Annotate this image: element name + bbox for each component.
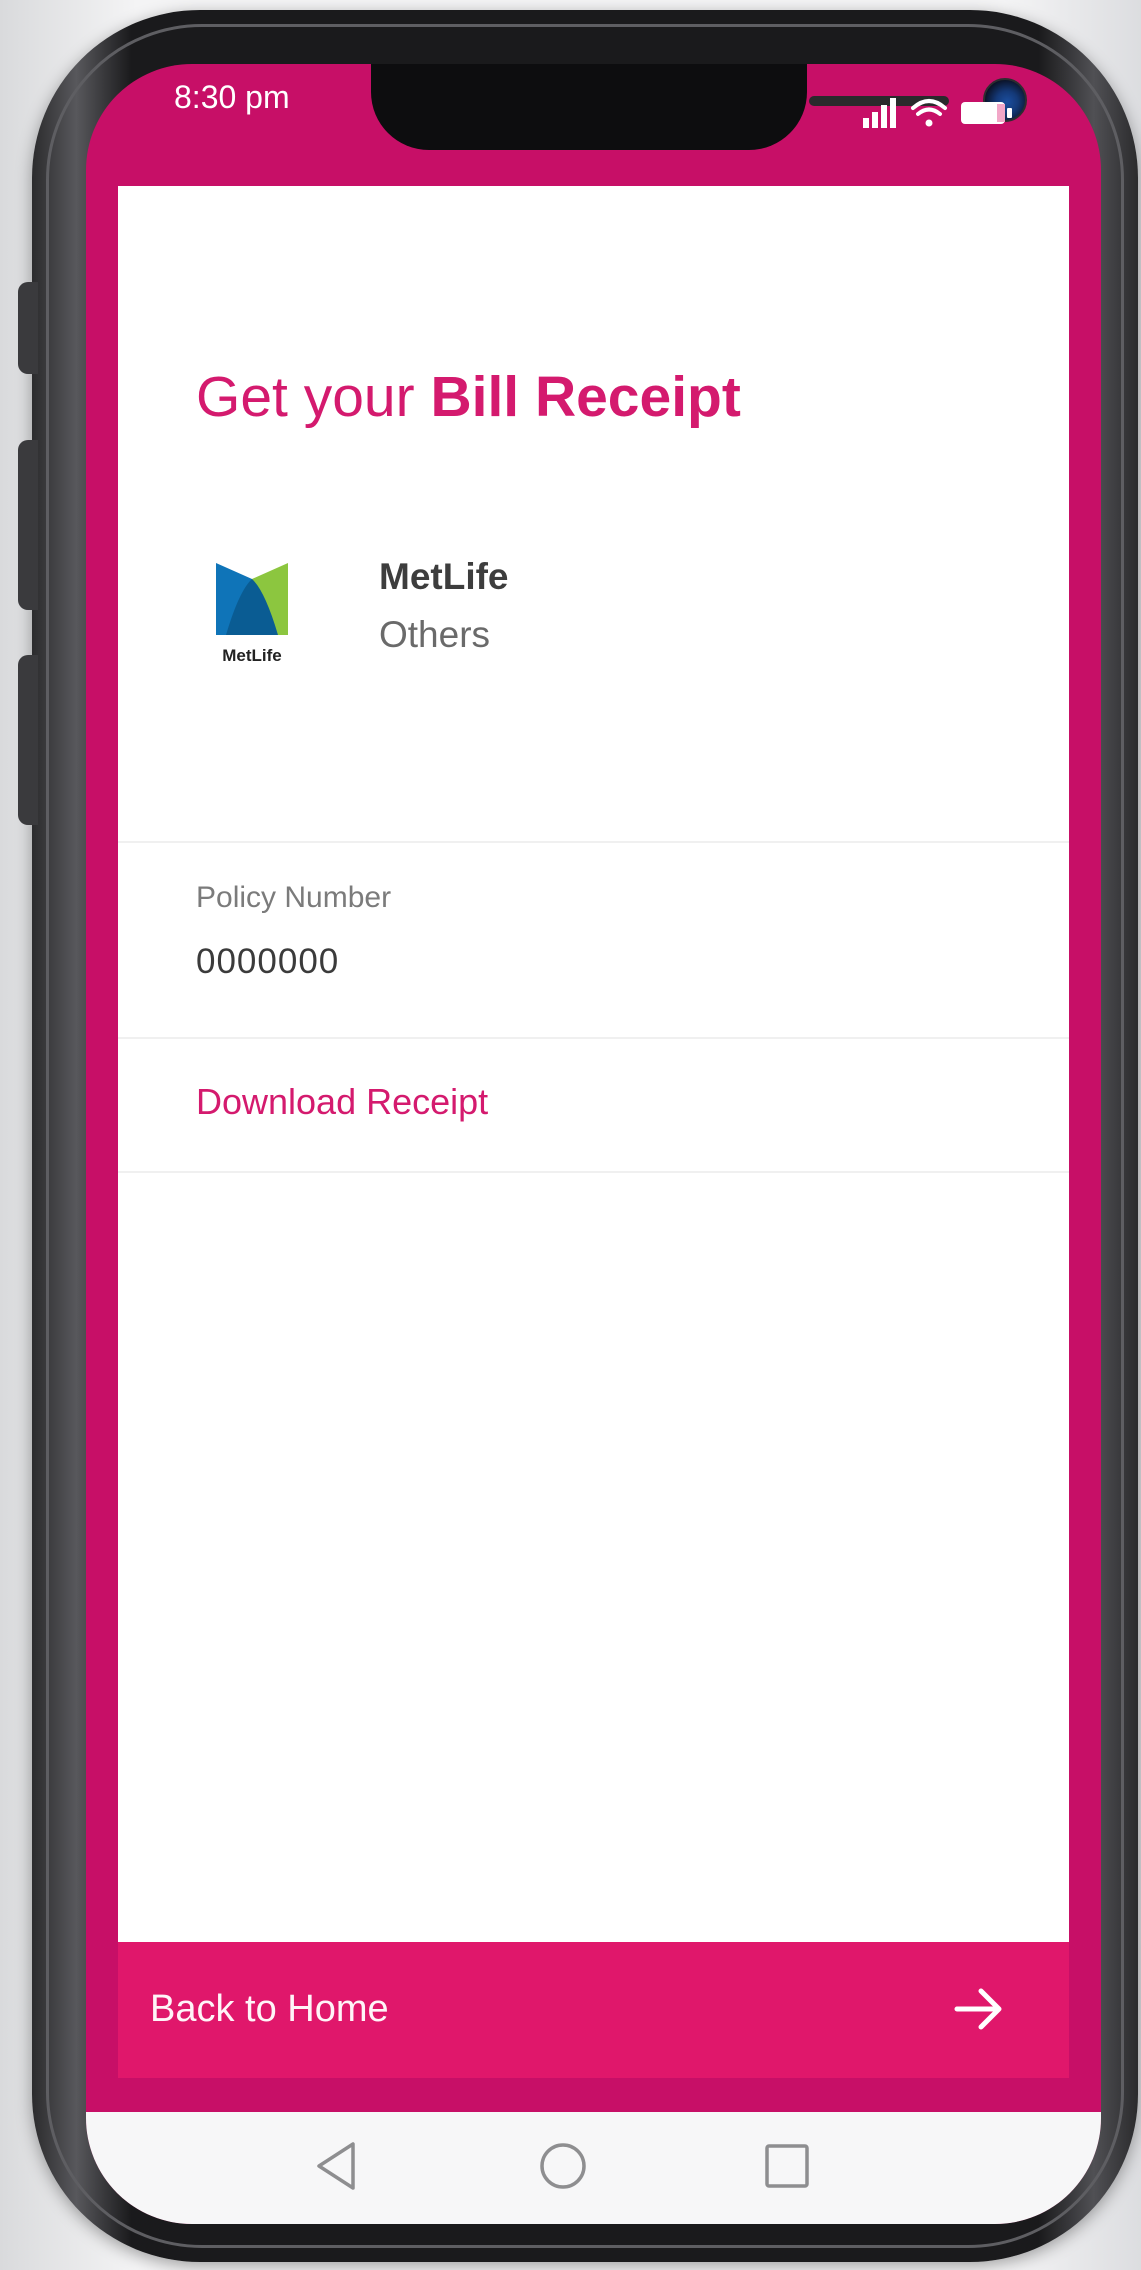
recent-square-icon[interactable] bbox=[757, 2136, 817, 2196]
status-icons bbox=[863, 98, 1012, 128]
volume-down-button bbox=[18, 655, 38, 825]
home-circle-icon[interactable] bbox=[533, 2136, 593, 2196]
policy-number-label: Policy Number bbox=[196, 881, 392, 914]
download-receipt-link[interactable]: Download Receipt bbox=[196, 1081, 488, 1123]
policy-number-value: 0000000 bbox=[196, 942, 340, 981]
provider-name: MetLife bbox=[379, 556, 509, 597]
provider-category: Others bbox=[379, 614, 491, 655]
wifi-icon bbox=[911, 99, 947, 127]
phone-screen: 8:30 pm Get your Bill Receipt MetLife Me… bbox=[86, 64, 1101, 2224]
divider bbox=[118, 1171, 1069, 1173]
page-title: Get your Bill Receipt bbox=[196, 365, 741, 429]
battery-icon bbox=[961, 102, 1012, 124]
divider bbox=[118, 841, 1069, 843]
back-to-home-label: Back to Home bbox=[150, 1988, 389, 2030]
android-nav-bar bbox=[86, 2112, 1101, 2224]
svg-text:MetLife: MetLife bbox=[222, 646, 282, 665]
notch bbox=[371, 64, 1027, 150]
back-triangle-icon[interactable] bbox=[309, 2136, 369, 2196]
back-to-home-button[interactable]: Back to Home bbox=[118, 1942, 1069, 2078]
bill-receipt-card: Get your Bill Receipt MetLife MetLife Ot… bbox=[118, 186, 1069, 1959]
status-time: 8:30 pm bbox=[174, 79, 290, 115]
phone-side-button bbox=[18, 282, 38, 374]
arrow-right-icon bbox=[954, 1988, 1002, 2030]
metlife-logo: MetLife bbox=[216, 563, 288, 665]
divider bbox=[118, 1037, 1069, 1039]
signal-icon bbox=[863, 98, 896, 128]
volume-up-button bbox=[18, 440, 38, 610]
